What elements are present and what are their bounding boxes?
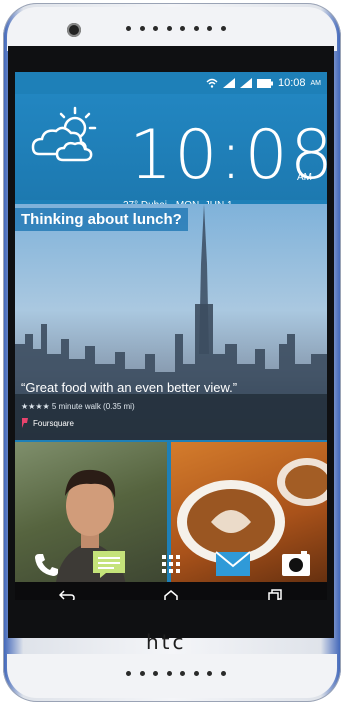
- top-bezel: [7, 7, 337, 51]
- status-ampm: AM: [310, 79, 322, 87]
- front-camera: [67, 23, 81, 37]
- mail-icon: [215, 551, 251, 576]
- status-bar: 10:08 AM: [15, 72, 327, 94]
- partly-cloudy-icon: [31, 106, 97, 162]
- foursquare-icon: [22, 418, 28, 428]
- card-quote: “Great food with an even better view.”: [21, 380, 238, 395]
- app-dock: [15, 544, 327, 584]
- clock-ampm: AM: [297, 172, 312, 183]
- card-headline: Thinking about lunch?: [15, 208, 188, 231]
- recents-icon: [268, 589, 282, 600]
- mail-app-button[interactable]: [215, 548, 251, 580]
- top-speaker-grille: [126, 26, 226, 34]
- card-source: Foursquare: [21, 418, 74, 428]
- home-icon: [164, 590, 178, 600]
- battery-icon: [256, 78, 273, 88]
- home-button[interactable]: [151, 584, 191, 600]
- weather-clock-widget[interactable]: 10:08 AM 27° Dubai - MON, JUN 1: [15, 94, 327, 211]
- wifi-icon: [206, 78, 218, 88]
- rating-stars: ★★★★: [21, 402, 50, 411]
- back-icon: [59, 590, 75, 600]
- messages-icon: [92, 551, 125, 578]
- rating-text: 5 minute walk (0.35 mi): [51, 402, 135, 411]
- blinkfeed-card[interactable]: Thinking about lunch? “Great food with a…: [15, 204, 327, 440]
- phone-icon: [35, 554, 59, 576]
- phone-app-button[interactable]: [28, 548, 64, 580]
- signal-icon: [222, 78, 235, 88]
- app-grid-icon: [161, 555, 180, 573]
- app-drawer-button[interactable]: [153, 548, 189, 580]
- bottom-speaker-grille: [126, 671, 226, 679]
- camera-app-button[interactable]: [278, 548, 314, 580]
- source-label: Foursquare: [33, 418, 74, 428]
- bottom-bezel: [7, 654, 337, 698]
- status-time: 10:08: [277, 77, 306, 89]
- messages-app-button[interactable]: [91, 548, 127, 580]
- signal-icon: [239, 78, 252, 88]
- camera-icon: [281, 551, 310, 576]
- back-button[interactable]: [47, 584, 87, 600]
- card-rating: ★★★★ 5 minute walk (0.35 mi): [21, 402, 135, 411]
- navigation-bar: [15, 582, 327, 600]
- brand-logo: htc: [146, 630, 187, 654]
- home-screen: 10:08AM 10:08 AM 27° Dubai - MON, JUN 1 …: [15, 72, 327, 600]
- recents-button[interactable]: [255, 584, 295, 600]
